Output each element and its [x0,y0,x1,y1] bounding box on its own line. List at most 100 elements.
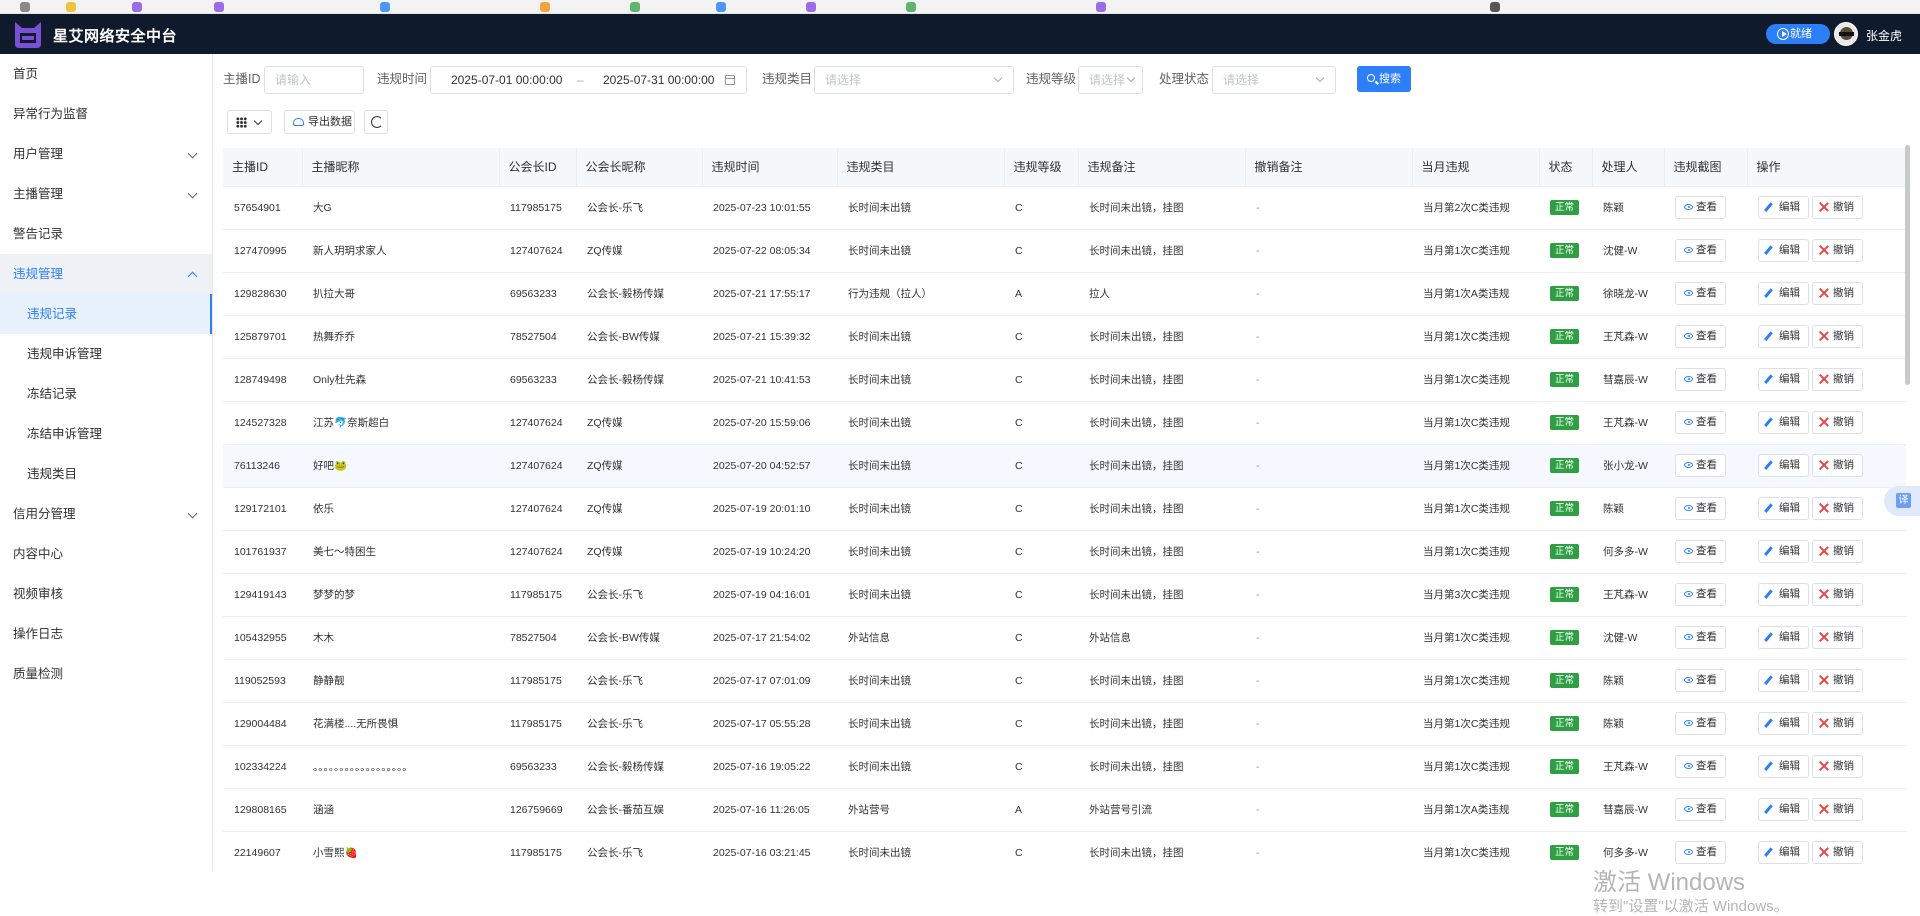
export-button[interactable]: 导出数据 [284,110,355,134]
edit-button[interactable]: 编辑 [1758,411,1809,434]
edit-button[interactable]: 编辑 [1758,325,1809,348]
bookmark-icon[interactable] [380,2,390,12]
edit-button[interactable]: 编辑 [1758,755,1809,778]
sidebar-item-violation-appeals[interactable]: 违规申诉管理 [0,334,212,374]
bookmark-icon[interactable] [540,2,550,12]
view-screenshot-button[interactable]: 查看 [1675,282,1726,305]
view-screenshot-button[interactable]: 查看 [1675,669,1726,692]
table-row[interactable]: 128749498 Only杜先森 69563233 公会长-毅杨传媒 2025-07-… [223,358,1906,402]
sidebar-item-content-center[interactable]: 内容中心 [0,534,212,574]
view-screenshot-button[interactable]: 查看 [1675,368,1726,391]
table-row[interactable]: 105432955 木木 78527504 公会长-BW传媒 2025-07-17 21… [223,616,1906,660]
table-row[interactable]: 57654901 大G 117985175 公会长-乐飞 2025-07-23 10:0… [223,186,1906,230]
ready-button[interactable]: 就绪 [1766,24,1830,44]
revoke-button[interactable]: 撤销 [1812,712,1863,735]
revoke-button[interactable]: 撤销 [1812,196,1863,219]
sidebar-item-operation-log[interactable]: 操作日志 [0,614,212,654]
table-row[interactable]: 119052593 静静靓 117985175 公会长-乐飞 2025-07-17 07… [223,659,1906,703]
table-row[interactable]: 129419143 梦梦的梦 117985175 公会长-乐飞 2025-07-19 0… [223,573,1906,617]
edit-button[interactable]: 编辑 [1758,583,1809,606]
view-screenshot-button[interactable]: 查看 [1675,540,1726,563]
sidebar-item-abnormal-behavior[interactable]: 异常行为监督 [0,94,212,134]
sidebar-item-warning-records[interactable]: 警告记录 [0,214,212,254]
search-button[interactable]: 搜索 [1357,66,1411,92]
view-screenshot-button[interactable]: 查看 [1675,196,1726,219]
edit-button[interactable]: 编辑 [1758,454,1809,477]
view-screenshot-button[interactable]: 查看 [1675,841,1726,864]
bookmark-icon[interactable] [1490,2,1500,12]
revoke-button[interactable]: 撤销 [1812,583,1863,606]
revoke-button[interactable]: 撤销 [1812,411,1863,434]
edit-button[interactable]: 编辑 [1758,368,1809,391]
sidebar-item-freeze-records[interactable]: 冻结记录 [0,374,212,414]
view-screenshot-button[interactable]: 查看 [1675,583,1726,606]
view-screenshot-button[interactable]: 查看 [1675,497,1726,520]
revoke-button[interactable]: 撤销 [1812,239,1863,262]
view-screenshot-button[interactable]: 查看 [1675,411,1726,434]
user-name[interactable]: 张金虎 [1866,27,1902,44]
edit-button[interactable]: 编辑 [1758,196,1809,219]
bookmark-icon[interactable] [214,2,224,12]
revoke-button[interactable]: 撤销 [1812,841,1863,864]
bookmark-icon[interactable] [20,2,30,12]
revoke-button[interactable]: 撤销 [1812,454,1863,477]
view-screenshot-button[interactable]: 查看 [1675,626,1726,649]
sidebar-item-user-management[interactable]: 用户管理 [0,134,212,174]
sidebar-item-home[interactable]: 首页 [0,54,212,94]
revoke-button[interactable]: 撤销 [1812,282,1863,305]
table-row[interactable]: 101761937 美七～特困生 127407624 ZQ传媒 2025-07-19 1… [223,530,1906,574]
table-row[interactable]: 129172101 依乐 127407624 ZQ传媒 2025-07-19 20:01… [223,487,1906,531]
revoke-button[interactable]: 撤销 [1812,626,1863,649]
sidebar-item-credit-score[interactable]: 信用分管理 [0,494,212,534]
sidebar-item-violation-records[interactable]: 违规记录 [0,294,212,334]
refresh-button[interactable] [364,110,388,134]
edit-button[interactable]: 编辑 [1758,841,1809,864]
sidebar-item-violation-management[interactable]: 违规管理 [0,254,212,294]
edit-button[interactable]: 编辑 [1758,282,1809,305]
revoke-button[interactable]: 撤销 [1812,798,1863,821]
bookmark-icon[interactable] [716,2,726,12]
view-screenshot-button[interactable]: 查看 [1675,454,1726,477]
edit-button[interactable]: 编辑 [1758,669,1809,692]
table-scrollbar[interactable] [1905,145,1910,385]
sidebar-item-quality-check[interactable]: 质量检测 [0,654,212,694]
sidebar-item-freeze-appeals[interactable]: 冻结申诉管理 [0,414,212,454]
translate-float-button[interactable]: 译 [1884,486,1920,516]
edit-button[interactable]: 编辑 [1758,239,1809,262]
bookmark-icon[interactable] [1096,2,1106,12]
anchor-id-input[interactable]: 请输入 [264,66,364,94]
revoke-button[interactable]: 撤销 [1812,325,1863,348]
table-row[interactable]: 127470995 新人玥玥求家人 127407624 ZQ传媒 2025-07-22 … [223,229,1906,273]
revoke-button[interactable]: 撤销 [1812,368,1863,391]
table-row[interactable]: 102334224。。。。。。。。。。。。。。。。。。 69563233 公会长-毅… [223,745,1906,789]
column-settings-button[interactable] [227,110,272,134]
revoke-button[interactable]: 撤销 [1812,669,1863,692]
view-screenshot-button[interactable]: 查看 [1675,239,1726,262]
level-select[interactable]: 请选择 [1078,66,1143,94]
table-row[interactable]: 129004484 花满楼....无所畏惧 117985175 公会长-乐飞 2025-… [223,702,1906,746]
avatar[interactable] [1834,22,1858,46]
table-row[interactable]: 125879701 热舞乔乔 78527504 公会长-BW传媒 2025-07-21 … [223,315,1906,359]
star-icon[interactable] [66,2,76,12]
view-screenshot-button[interactable]: 查看 [1675,798,1726,821]
edit-button[interactable]: 编辑 [1758,626,1809,649]
edit-button[interactable]: 编辑 [1758,798,1809,821]
sidebar-item-violation-categories[interactable]: 违规类目 [0,454,212,494]
view-screenshot-button[interactable]: 查看 [1675,712,1726,735]
view-screenshot-button[interactable]: 查看 [1675,755,1726,778]
view-screenshot-button[interactable]: 查看 [1675,325,1726,348]
table-row[interactable]: 76113246 好吧🐸 127407624 ZQ传媒 2025-07-20 04:52… [223,444,1906,488]
bookmark-icon[interactable] [906,2,916,12]
bookmark-icon[interactable] [806,2,816,12]
sidebar-item-anchor-management[interactable]: 主播管理 [0,174,212,214]
bookmark-icon[interactable] [630,2,640,12]
edit-button[interactable]: 编辑 [1758,497,1809,520]
edit-button[interactable]: 编辑 [1758,540,1809,563]
table-row[interactable]: 129808165 涵涵 126759669 公会长-番茄互娱 2025-07-16 1… [223,788,1906,832]
revoke-button[interactable]: 撤销 [1812,497,1863,520]
table-row[interactable]: 124527328 江苏🐬奈斯超白 127407624 ZQ传媒 2025-07-20 … [223,401,1906,445]
violation-time-range-picker[interactable]: 2025-07-01 00:00:00 – 2025-07-31 00:00:0… [430,66,747,94]
category-select[interactable]: 请选择 [814,66,1014,94]
revoke-button[interactable]: 撤销 [1812,755,1863,778]
status-select[interactable]: 请选择 [1212,66,1336,94]
